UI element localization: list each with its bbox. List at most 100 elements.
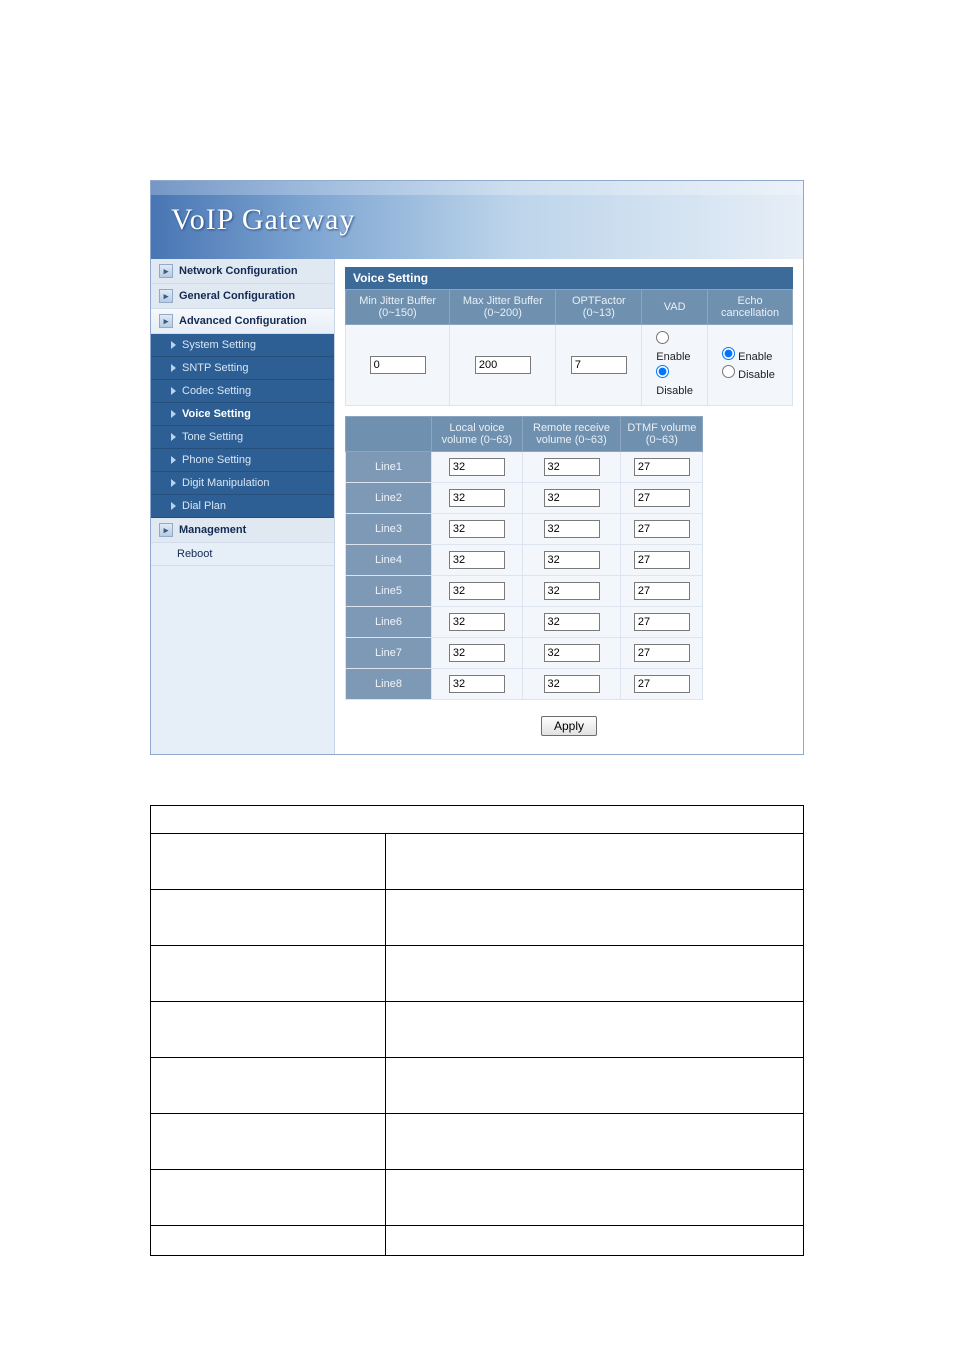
dtmf-volume-input[interactable] [634, 644, 690, 662]
dtmf-volume-input[interactable] [634, 675, 690, 693]
local-volume-input[interactable] [449, 489, 505, 507]
app-title: VoIP Gateway [171, 203, 355, 237]
table-row: Line3 [346, 514, 703, 545]
sidebar-item-dial-plan[interactable]: Dial Plan [151, 495, 334, 518]
vad-enable-option[interactable]: Enable [646, 331, 703, 365]
sidebar-item-tone-setting[interactable]: Tone Setting [151, 426, 334, 449]
echo-disable-option[interactable]: Disable [712, 365, 788, 383]
table-row: Line7 [346, 638, 703, 669]
min-jitter-input[interactable] [370, 356, 426, 374]
expand-icon: ▸ [159, 289, 173, 303]
sidebar-item-label: Codec Setting [182, 385, 251, 397]
local-volume-input[interactable] [449, 520, 505, 538]
sidebar-item-label: Digit Manipulation [182, 477, 269, 489]
remote-volume-input[interactable] [544, 675, 600, 693]
sidebar-item-sntp-setting[interactable]: SNTP Setting [151, 357, 334, 380]
col-max-jitter: Max Jitter Buffer (0~200) [450, 290, 556, 325]
sidebar-item-phone-setting[interactable]: Phone Setting [151, 449, 334, 472]
local-volume-input[interactable] [449, 613, 505, 631]
col-dtmf-volume: DTMF volume (0~63) [621, 417, 703, 452]
sidebar-item-network-configuration[interactable]: ▸ Network Configuration [151, 259, 334, 284]
sidebar-item-advanced-configuration[interactable]: ▸ Advanced Configuration [151, 309, 334, 334]
line-label: Line8 [346, 669, 432, 700]
triangle-icon [171, 410, 176, 418]
sidebar-item-label: SNTP Setting [182, 362, 248, 374]
table-row: Line8 [346, 669, 703, 700]
local-volume-input[interactable] [449, 582, 505, 600]
line-label: Line6 [346, 607, 432, 638]
remote-volume-input[interactable] [544, 520, 600, 538]
sidebar-item-management[interactable]: ▸ Management [151, 518, 334, 543]
line-label: Line5 [346, 576, 432, 607]
col-vad: VAD [642, 290, 708, 325]
remote-volume-input[interactable] [544, 458, 600, 476]
expand-icon: ▸ [159, 523, 173, 537]
sidebar-item-label: Advanced Configuration [179, 315, 307, 327]
dtmf-volume-input[interactable] [634, 582, 690, 600]
sidebar-item-system-setting[interactable]: System Setting [151, 334, 334, 357]
expand-icon: ▸ [159, 314, 173, 328]
jitter-table: Min Jitter Buffer (0~150) Max Jitter Buf… [345, 289, 793, 406]
remote-volume-input[interactable] [544, 551, 600, 569]
volume-table: Local voice volume (0~63) Remote receive… [345, 416, 703, 700]
local-volume-input[interactable] [449, 551, 505, 569]
col-line [346, 417, 432, 452]
line-label: Line7 [346, 638, 432, 669]
sidebar-item-label: Voice Setting [182, 408, 251, 420]
dtmf-volume-input[interactable] [634, 613, 690, 631]
remote-volume-input[interactable] [544, 489, 600, 507]
triangle-icon [171, 387, 176, 395]
table-row: Line6 [346, 607, 703, 638]
remote-volume-input[interactable] [544, 582, 600, 600]
sidebar-item-codec-setting[interactable]: Codec Setting [151, 380, 334, 403]
outline-table [150, 805, 804, 1256]
table-row: Line1 [346, 452, 703, 483]
apply-button[interactable]: Apply [541, 716, 597, 736]
sidebar-item-label: Dial Plan [182, 500, 226, 512]
sidebar: ▸ Network Configuration ▸ General Config… [151, 259, 335, 754]
dtmf-volume-input[interactable] [634, 551, 690, 569]
col-local-volume: Local voice volume (0~63) [432, 417, 523, 452]
vad-disable-option[interactable]: Disable [646, 365, 703, 399]
triangle-icon [171, 479, 176, 487]
panel-title: Voice Setting [345, 267, 793, 289]
sidebar-item-voice-setting[interactable]: Voice Setting [151, 403, 334, 426]
line-label: Line1 [346, 452, 432, 483]
line-label: Line2 [346, 483, 432, 514]
sidebar-item-label: Phone Setting [182, 454, 251, 466]
col-optfactor: OPTFactor (0~13) [556, 290, 642, 325]
sidebar-item-general-configuration[interactable]: ▸ General Configuration [151, 284, 334, 309]
local-volume-input[interactable] [449, 675, 505, 693]
triangle-icon [171, 456, 176, 464]
sidebar-item-label: Reboot [177, 548, 212, 560]
app-shell: VoIP Gateway ▸ Network Configuration ▸ G… [150, 180, 804, 755]
remote-volume-input[interactable] [544, 644, 600, 662]
dtmf-volume-input[interactable] [634, 489, 690, 507]
triangle-icon [171, 341, 176, 349]
col-remote-volume: Remote receive volume (0~63) [522, 417, 621, 452]
sidebar-item-reboot[interactable]: Reboot [151, 543, 334, 566]
table-row: Line5 [346, 576, 703, 607]
table-row: Line4 [346, 545, 703, 576]
content-area: Voice Setting Min Jitter Buffer (0~150) … [335, 259, 803, 754]
remote-volume-input[interactable] [544, 613, 600, 631]
banner: VoIP Gateway [151, 181, 803, 259]
local-volume-input[interactable] [449, 644, 505, 662]
optfactor-input[interactable] [571, 356, 627, 374]
col-echo: Echo cancellation [708, 290, 793, 325]
dtmf-volume-input[interactable] [634, 458, 690, 476]
sidebar-item-label: General Configuration [179, 290, 295, 302]
expand-icon: ▸ [159, 264, 173, 278]
sidebar-item-label: Tone Setting [182, 431, 243, 443]
max-jitter-input[interactable] [475, 356, 531, 374]
sidebar-item-label: Management [179, 524, 246, 536]
local-volume-input[interactable] [449, 458, 505, 476]
sidebar-item-label: System Setting [182, 339, 256, 351]
table-row: Line2 [346, 483, 703, 514]
echo-enable-option[interactable]: Enable [712, 347, 788, 365]
col-min-jitter: Min Jitter Buffer (0~150) [346, 290, 450, 325]
sidebar-item-digit-manipulation[interactable]: Digit Manipulation [151, 472, 334, 495]
line-label: Line4 [346, 545, 432, 576]
dtmf-volume-input[interactable] [634, 520, 690, 538]
triangle-icon [171, 364, 176, 372]
